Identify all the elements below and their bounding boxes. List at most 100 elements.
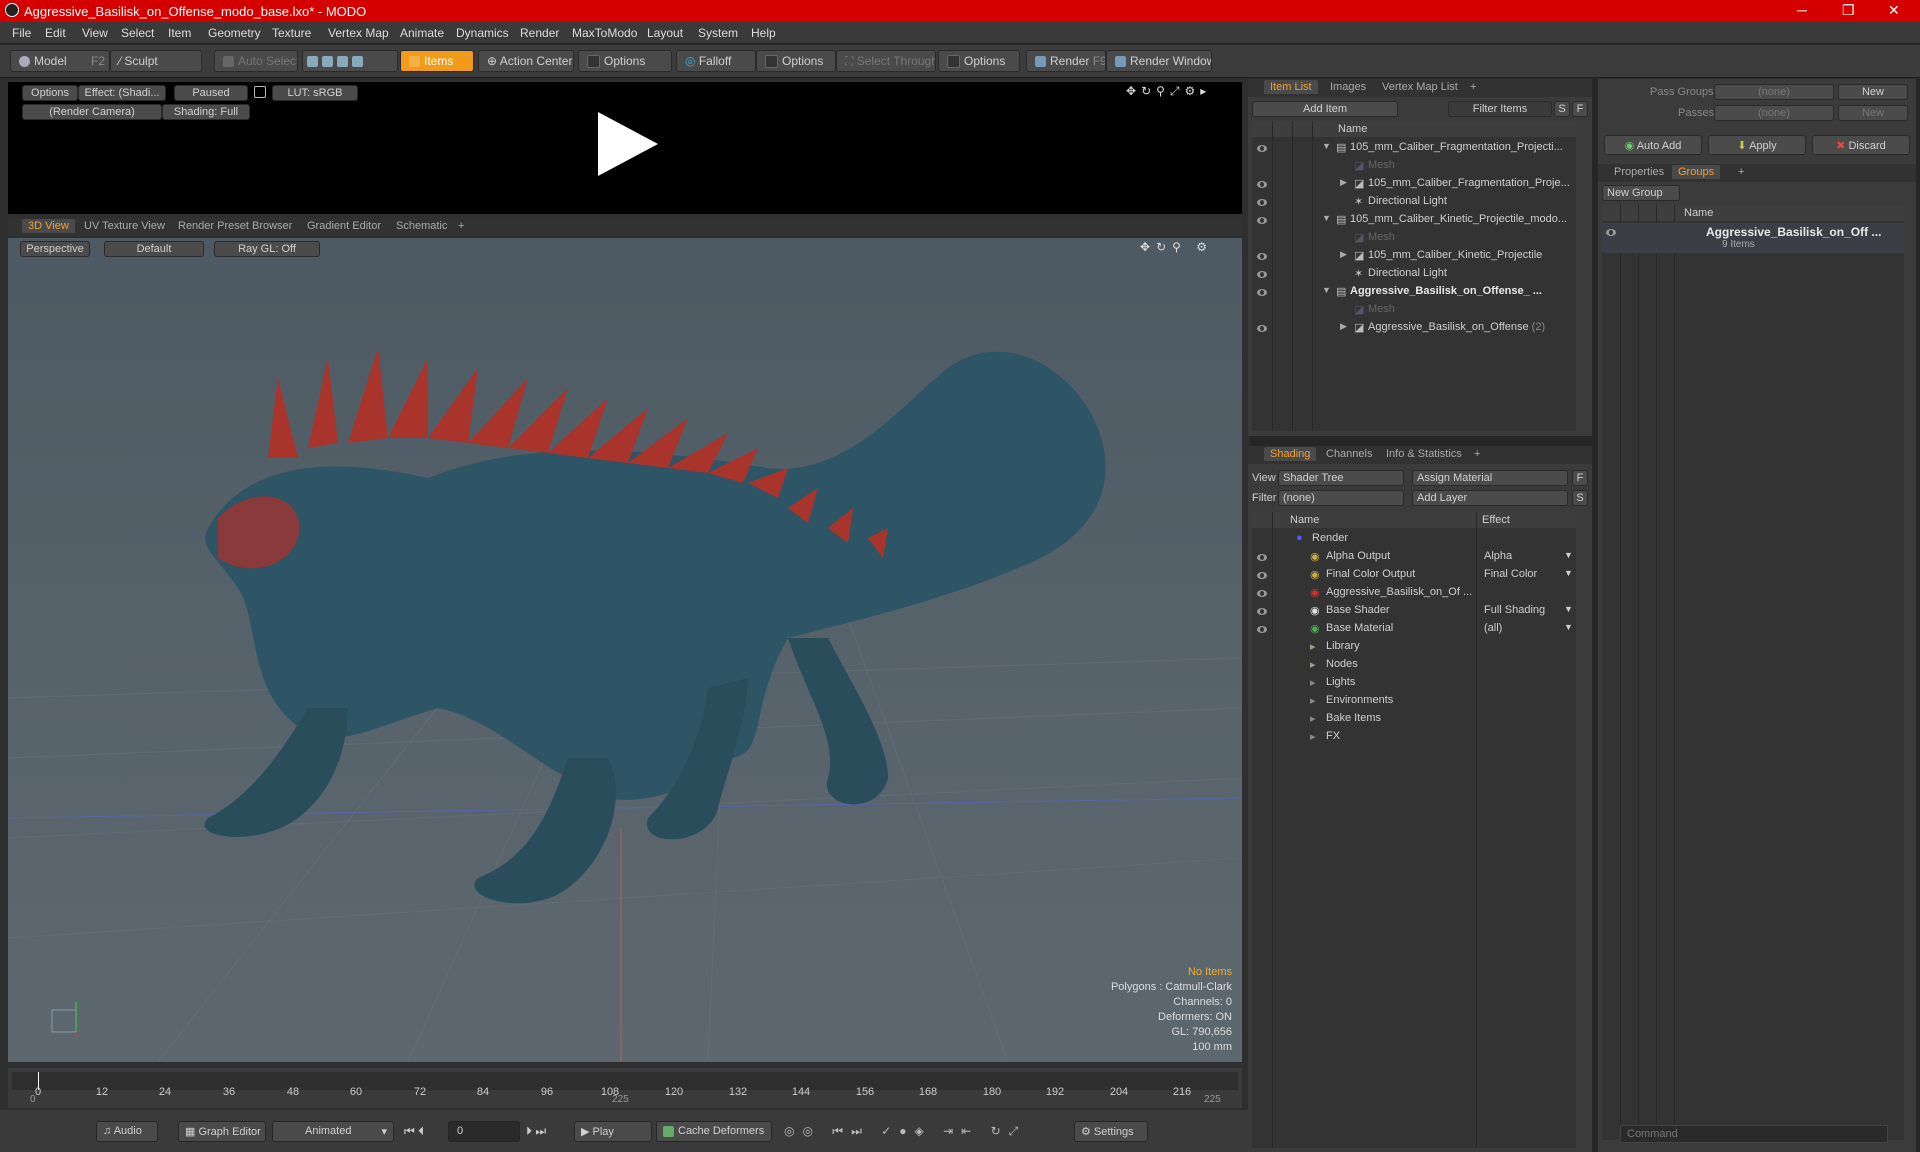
item-row[interactable]: ▶ ◪ Aggressive_Basilisk_on_Offense (2) [1252, 319, 1576, 337]
apply-button[interactable]: ⬇ Apply [1708, 135, 1806, 155]
timeline-ruler[interactable]: 0 12 24 36 48 60 72 84 96 108 120 132 14… [12, 1072, 1238, 1098]
menu-view[interactable]: View [82, 26, 108, 40]
passes-dropdown[interactable]: (none) [1714, 105, 1834, 121]
chevron-down-icon[interactable]: ▼ [1564, 568, 1573, 578]
selection-modes[interactable] [302, 50, 398, 72]
shader-row[interactable]: ◉ Alpha Output Alpha ▼ [1252, 548, 1576, 566]
name-column-header[interactable]: Name [1338, 123, 1367, 135]
effect-value[interactable]: Full Shading [1484, 604, 1545, 616]
tab-groups[interactable]: Groups [1672, 165, 1721, 179]
action-center-button[interactable]: ⊕ Action Center [478, 50, 574, 72]
tab-images[interactable]: Images [1330, 81, 1366, 93]
shader-row[interactable]: ▸ FX [1252, 728, 1576, 746]
materials-icon[interactable] [352, 56, 363, 68]
menu-select[interactable]: Select [121, 26, 154, 40]
item-row[interactable]: ▼ ▤ 105_mm_Caliber_Fragmentation_Projecti.… [1252, 139, 1576, 157]
item-row[interactable]: ▼ ▤ Aggressive_Basilisk_on_Offense_ ... [1252, 283, 1576, 301]
eye-icon[interactable] [1257, 271, 1267, 278]
chevron-down-icon[interactable]: ▼ [1564, 622, 1573, 632]
item-row[interactable]: ◪ Mesh [1252, 229, 1576, 247]
items-mode-button[interactable]: Items [400, 50, 474, 72]
new-pass-group-button[interactable]: New [1838, 84, 1908, 100]
add-item-dropdown[interactable]: Add Item [1252, 101, 1398, 117]
add-tab-icon[interactable]: + [1470, 81, 1476, 93]
audio-button[interactable]: ♫ Audio [96, 1121, 158, 1142]
expand-right-icon[interactable]: ▶ [1340, 177, 1347, 188]
frame-input[interactable]: 0 [448, 1121, 520, 1142]
shader-row[interactable]: ▸ Library [1252, 638, 1576, 656]
command-input[interactable]: Command [1620, 1125, 1888, 1143]
tab-info-statistics[interactable]: Info & Statistics [1386, 448, 1462, 460]
shader-row[interactable]: ◉ Aggressive_Basilisk_on_Of ... [1252, 584, 1576, 602]
model-mode-button[interactable]: Model F2 [10, 50, 110, 72]
search-s-button[interactable]: S [1554, 101, 1570, 117]
eye-icon[interactable] [1257, 590, 1267, 597]
shader-row[interactable]: ▸ Lights [1252, 674, 1576, 692]
search-f-button[interactable]: F [1572, 101, 1588, 117]
shader-row[interactable]: ◉ Base Material (all) ▼ [1252, 620, 1576, 638]
vertices-icon[interactable] [307, 56, 318, 68]
item-row[interactable]: ▶ ◪ 105_mm_Caliber_Kinetic_Projectile [1252, 247, 1576, 265]
menu-maxtomodo[interactable]: MaxToModo [572, 26, 637, 40]
next-controls[interactable]: ⏵ ⏭ [526, 1124, 570, 1140]
edges-icon[interactable] [322, 56, 333, 68]
play-icon[interactable] [592, 110, 662, 180]
new-group-button[interactable]: New Group [1602, 185, 1680, 201]
play-button[interactable]: ▶ Play [574, 1121, 652, 1142]
item-row[interactable]: ◪ Mesh [1252, 157, 1576, 175]
tab-3d-view[interactable]: 3D View [22, 219, 75, 233]
effect-column-header[interactable]: Effect [1482, 514, 1510, 526]
add-layer-dropdown[interactable]: Add Layer [1412, 490, 1568, 506]
name-column-header[interactable]: Name [1684, 207, 1713, 219]
tab-render-preset-browser[interactable]: Render Preset Browser [178, 220, 292, 232]
falloff-options-button[interactable]: Options [756, 50, 836, 72]
shader-row[interactable]: ● Render [1252, 530, 1576, 548]
preview-effect-dropdown[interactable]: Effect: (Shadi... [78, 85, 166, 101]
shading-s-button[interactable]: S [1572, 490, 1588, 506]
lock-icon[interactable] [254, 86, 266, 98]
lut-dropdown[interactable]: LUT: sRGB [272, 85, 358, 101]
expand-right-icon[interactable]: ▶ [1340, 321, 1347, 332]
expand-down-icon[interactable]: ▼ [1322, 141, 1331, 151]
eye-icon[interactable] [1257, 626, 1267, 633]
expand-down-icon[interactable]: ▼ [1322, 213, 1331, 223]
menu-geometry[interactable]: Geometry [208, 26, 261, 40]
maximize-button[interactable]: ❐ [1842, 2, 1855, 19]
action-center-options-button[interactable]: Options [578, 50, 672, 72]
menu-animate[interactable]: Animate [400, 26, 444, 40]
cache-deformers-button[interactable]: Cache Deformers [656, 1121, 772, 1142]
render-window-button[interactable]: Render Window [1106, 50, 1212, 72]
item-row[interactable]: ◪ Mesh [1252, 301, 1576, 319]
animated-dropdown[interactable]: Animated ▾ [272, 1121, 394, 1142]
default-shading-dropdown[interactable]: Default [104, 241, 204, 257]
discard-button[interactable]: ✖ Discard [1812, 135, 1910, 155]
preview-paused-button[interactable]: Paused [174, 85, 248, 101]
menu-render[interactable]: Render [520, 26, 559, 40]
auto-add-button[interactable]: ◉ Auto Add [1604, 135, 1702, 155]
eye-icon[interactable] [1257, 325, 1267, 332]
expand-right-icon[interactable]: ▶ [1340, 249, 1347, 260]
shader-row[interactable]: ◉ Base Shader Full Shading ▼ [1252, 602, 1576, 620]
raygl-dropdown[interactable]: Ray GL: Off [214, 241, 320, 257]
view-dropdown[interactable]: Shader Tree [1278, 470, 1404, 486]
shader-row[interactable]: ◉ Final Color Output Final Color ▼ [1252, 566, 1576, 584]
timeline[interactable]: 0 12 24 36 48 60 72 84 96 108 120 132 14… [8, 1068, 1242, 1108]
menu-file[interactable]: File [12, 26, 31, 40]
minimize-button[interactable]: ─ [1797, 2, 1807, 18]
effect-value[interactable]: (all) [1484, 622, 1502, 634]
menu-texture[interactable]: Texture [272, 26, 311, 40]
item-row[interactable]: ✶ Directional Light [1252, 193, 1576, 211]
tab-properties[interactable]: Properties [1614, 166, 1664, 178]
auto-select-button[interactable]: Auto Select [214, 50, 298, 72]
render-button[interactable]: Render F9 [1026, 50, 1106, 72]
add-tab-icon[interactable]: + [1474, 448, 1480, 460]
menu-layout[interactable]: Layout [647, 26, 683, 40]
shader-row[interactable]: ▸ Environments [1252, 692, 1576, 710]
eye-icon[interactable] [1257, 145, 1267, 152]
shading-f-button[interactable]: F [1572, 470, 1588, 486]
filter-dropdown[interactable]: (none) [1278, 490, 1404, 506]
graph-editor-button[interactable]: ▦ Graph Editor [178, 1121, 266, 1142]
tab-schematic[interactable]: Schematic [396, 220, 447, 232]
menu-system[interactable]: System [698, 26, 738, 40]
expand-down-icon[interactable]: ▼ [1322, 285, 1331, 295]
